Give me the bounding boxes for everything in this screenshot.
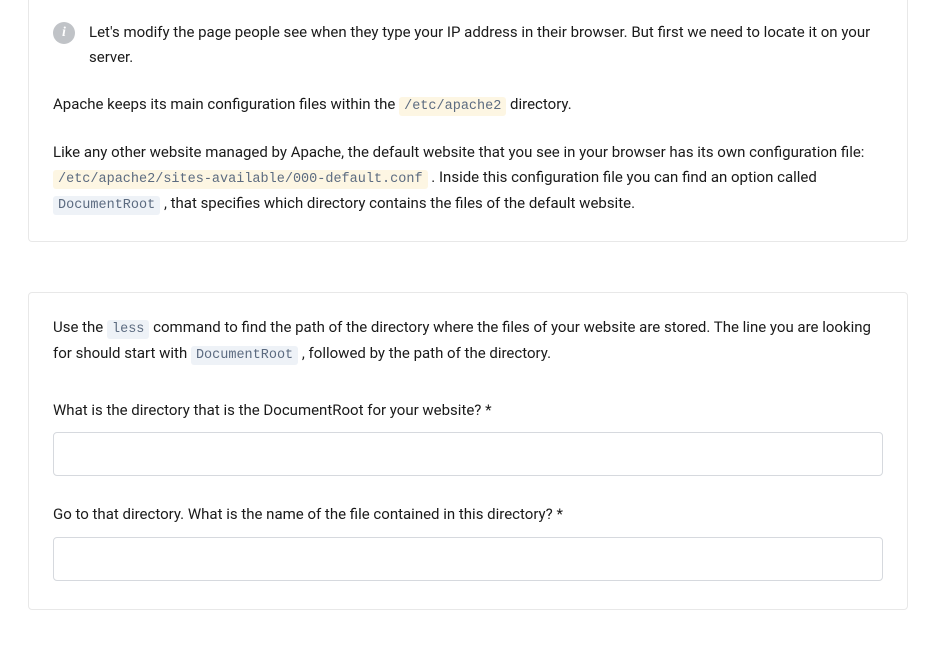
text-fragment: Like any other website managed by Apache… [53, 143, 864, 161]
text-fragment: Use the [53, 318, 107, 336]
info-text: Let's modify the page people see when th… [89, 20, 883, 70]
info-icon-glyph: i [62, 26, 66, 40]
text-fragment: , followed by the path of the directory. [298, 344, 551, 362]
text-fragment: . Inside this configuration file you can… [428, 168, 817, 186]
code-conf-file: /etc/apache2/sites-available/000-default… [53, 170, 428, 189]
paragraph-apache-config: Apache keeps its main configuration file… [53, 92, 883, 118]
code-less: less [107, 320, 149, 339]
paragraph-instructions: Use the less command to find the path of… [53, 315, 883, 368]
paragraph-document-root: Like any other website managed by Apache… [53, 140, 883, 217]
code-documentroot: DocumentRoot [53, 196, 160, 215]
info-callout: i Let's modify the page people see when … [53, 20, 883, 70]
documentroot-input[interactable] [53, 432, 883, 476]
question-file-name: Go to that directory. What is the name o… [53, 502, 883, 581]
code-apache-dir: /etc/apache2 [399, 97, 506, 116]
question-documentroot-dir: What is the directory that is the Docume… [53, 398, 883, 477]
text-fragment: , that specifies which directory contain… [160, 194, 635, 212]
intro-text: Let's modify the page people see when th… [89, 23, 870, 66]
question-label-filename: Go to that directory. What is the name o… [53, 502, 883, 527]
filename-input[interactable] [53, 537, 883, 581]
question-label-documentroot: What is the directory that is the Docume… [53, 398, 883, 423]
info-icon: i [53, 22, 75, 44]
info-card: i Let's modify the page people see when … [28, 0, 908, 242]
text-fragment: Apache keeps its main configuration file… [53, 95, 399, 113]
text-fragment: directory. [506, 95, 571, 113]
code-documentroot: DocumentRoot [191, 346, 298, 365]
task-card: Use the less command to find the path of… [28, 292, 908, 610]
